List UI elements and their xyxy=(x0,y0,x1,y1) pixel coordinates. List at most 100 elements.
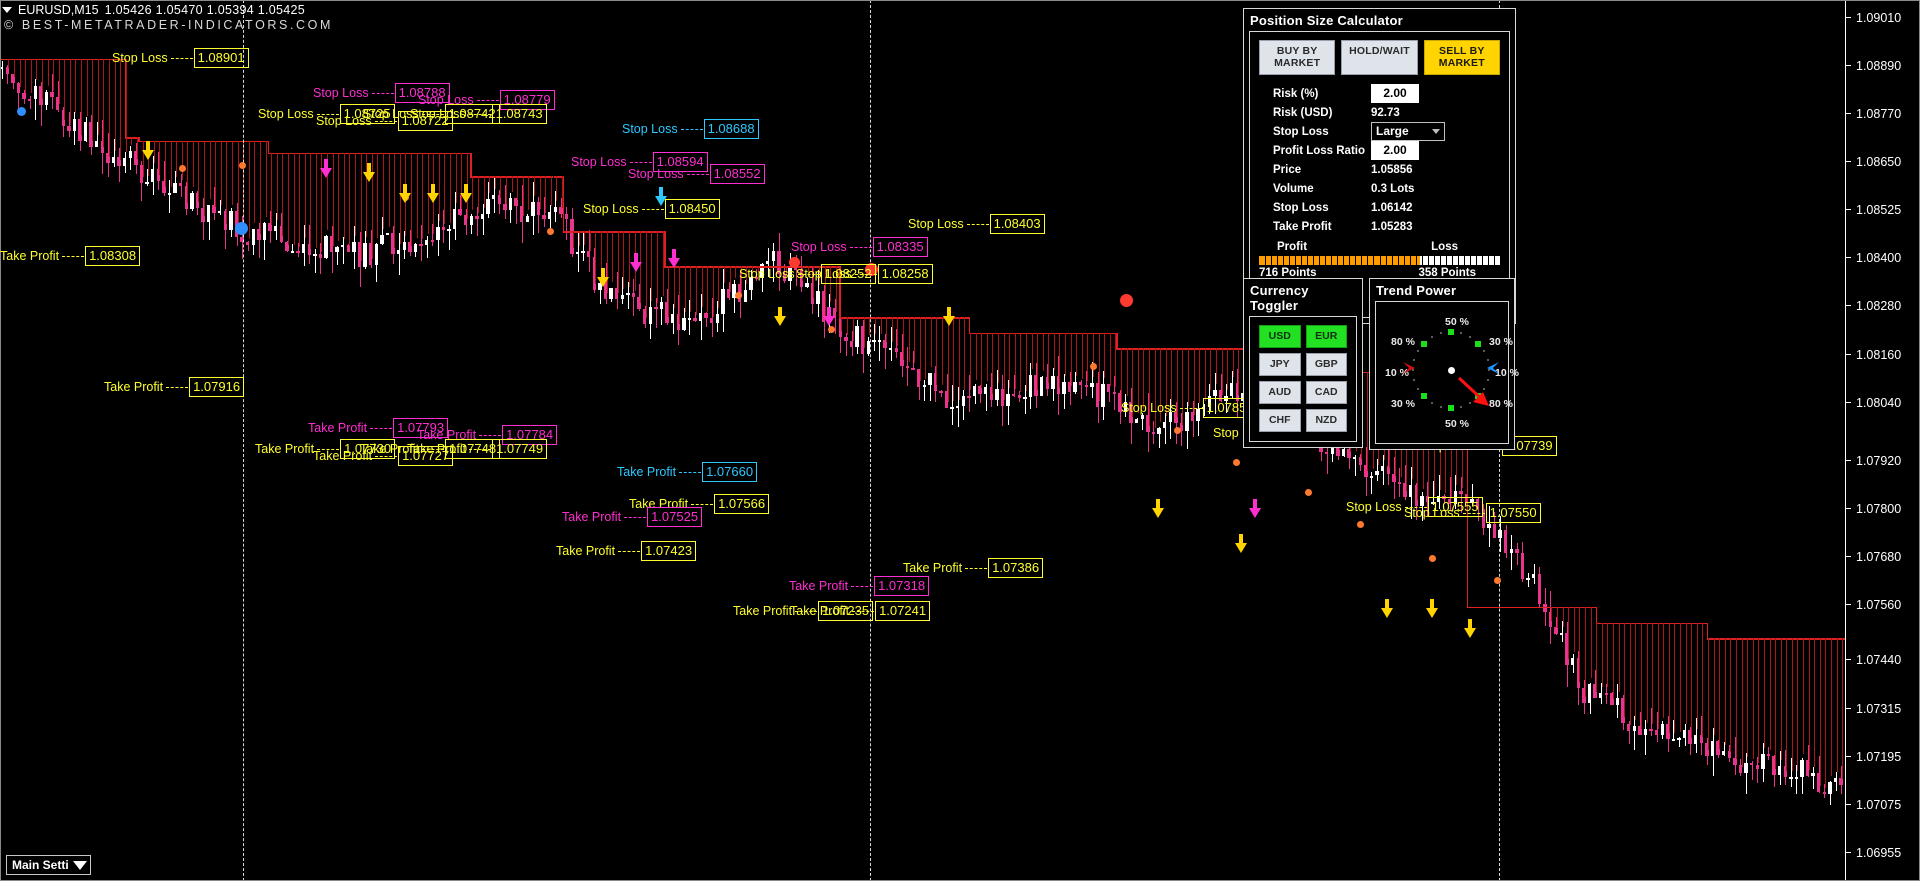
stop-loss-label: Stop Loss 1.08258 xyxy=(796,264,933,284)
currency-button-eur[interactable]: EUR xyxy=(1305,325,1347,348)
profit-loss-ratio-input[interactable]: 2.00 xyxy=(1371,141,1419,160)
currency-button-chf[interactable]: CHF xyxy=(1259,409,1301,432)
trend-hatch xyxy=(1629,622,1631,725)
trend-hatch xyxy=(1115,332,1117,387)
signal-dot xyxy=(1232,458,1240,466)
price-axis[interactable]: 1.09010 1.08890 1.08770 1.08650 1.08525 1.084… xyxy=(1845,0,1920,881)
trend-hatch xyxy=(1691,622,1693,738)
trend-hatch xyxy=(628,231,630,288)
trend-hatch xyxy=(1557,606,1559,629)
trend-hatch xyxy=(1042,332,1044,372)
trend-hatch xyxy=(718,266,720,308)
currency-grid: USD EUR JPY GBP AUD CAD CHF NZD xyxy=(1259,325,1347,432)
trend-hatch xyxy=(1126,348,1128,396)
trend-hatch xyxy=(192,140,194,188)
trend-hatch xyxy=(450,152,452,224)
trend-hatch xyxy=(97,58,99,136)
trend-hatch xyxy=(58,58,60,105)
stop-loss-label: Stop Loss 1.08450 xyxy=(583,199,720,219)
order-button-hold-wait[interactable]: HOLD/WAIT xyxy=(1341,40,1418,75)
currency-button-jpy[interactable]: JPY xyxy=(1259,353,1301,376)
price-value: 1.05856 xyxy=(1371,163,1413,176)
trend-hatch xyxy=(679,266,681,325)
price-axis-tick: 1.08400 xyxy=(1846,251,1920,265)
trend-hatch xyxy=(1093,332,1095,377)
currency-button-aud[interactable]: AUD xyxy=(1259,381,1301,404)
trend-hatch xyxy=(1657,622,1659,730)
currency-button-usd[interactable]: USD xyxy=(1259,325,1301,348)
trend-hatch xyxy=(1568,606,1570,660)
trend-hatch xyxy=(1014,332,1016,390)
trend-hatch xyxy=(170,140,172,187)
order-button-buy-by-market[interactable]: BUY BY MARKET xyxy=(1259,40,1336,75)
trend-hatch xyxy=(975,332,977,380)
stop-loss-label: Stop Loss 1.08688 xyxy=(622,119,759,139)
trend-hatch xyxy=(1009,332,1011,389)
price-axis-tick: 1.07075 xyxy=(1846,798,1920,812)
trend-hatch xyxy=(886,317,888,342)
signal-dot xyxy=(1428,554,1436,562)
trend-hatch xyxy=(410,152,412,246)
trend-hatch xyxy=(1775,638,1777,769)
trend-hatch xyxy=(1070,332,1072,386)
trend-hatch xyxy=(1668,622,1670,733)
trend-hatch xyxy=(1601,622,1603,687)
trend-hatch xyxy=(360,152,362,261)
trend-hatch xyxy=(204,140,206,216)
stop-loss-size-select[interactable]: Large xyxy=(1371,122,1445,141)
signal-dot xyxy=(178,164,186,172)
trend-hatch xyxy=(1227,348,1229,391)
sell-arrow-stem xyxy=(634,253,638,262)
price-label: Price xyxy=(1273,163,1302,176)
trend-hatch xyxy=(416,152,418,239)
price-axis-tick: 1.07920 xyxy=(1846,454,1920,468)
take-profit-label: Take Profit 1.08308 xyxy=(0,246,141,266)
chart-header: EURUSD,M15 1.05426 1.05470 1.05394 1.054… xyxy=(2,2,305,17)
trend-hatch xyxy=(1551,606,1553,622)
trend-hatch xyxy=(550,176,552,206)
trend-hatch xyxy=(852,317,854,342)
chevron-down-icon xyxy=(1432,128,1440,134)
sell-arrow-icon xyxy=(1426,608,1438,618)
trend-hatch xyxy=(103,58,105,148)
trend-hatch xyxy=(668,266,670,318)
trend-hatch xyxy=(1696,622,1698,730)
sell-arrow-stem xyxy=(146,141,150,150)
sell-arrow-icon xyxy=(363,172,375,182)
trend-hatch xyxy=(349,152,351,247)
profit-label: Profit xyxy=(1277,241,1308,253)
trend-hatch xyxy=(232,140,234,205)
trend-hatch xyxy=(1098,332,1100,402)
chevron-down-icon xyxy=(72,860,87,870)
main-settings-button[interactable]: Main Setti xyxy=(6,855,91,875)
trend-hatch xyxy=(1366,371,1368,471)
order-button-sell-by-market[interactable]: SELL BY MARKET xyxy=(1423,40,1500,75)
signal-dot xyxy=(546,227,554,235)
sell-arrow-stem xyxy=(403,184,407,193)
price-axis-tick: 1.08890 xyxy=(1846,59,1920,73)
trend-hatch xyxy=(1842,638,1844,780)
risk-pct-input[interactable]: 2.00 xyxy=(1371,84,1419,103)
trend-hatch xyxy=(30,58,32,93)
trend-hatch xyxy=(265,140,267,218)
trend-hatch xyxy=(271,152,273,225)
trend-envelope xyxy=(968,317,971,333)
price-chart[interactable]: Stop Loss 1.08901 Stop Loss 1.08788 Stop Los… xyxy=(0,0,1845,881)
trend-hatch xyxy=(47,58,49,87)
trend-hatch xyxy=(992,332,994,394)
sell-arrow-icon xyxy=(823,316,835,326)
trend-envelope xyxy=(562,176,565,231)
trend-hatch xyxy=(1109,332,1111,386)
trend-hatch xyxy=(1635,622,1637,720)
trend-hatch xyxy=(528,176,530,211)
currency-button-cad[interactable]: CAD xyxy=(1305,381,1347,404)
signal-dot xyxy=(1089,362,1097,370)
currency-button-gbp[interactable]: GBP xyxy=(1305,353,1347,376)
trend-hatch xyxy=(511,176,513,192)
trend-hatch xyxy=(1663,622,1665,719)
chart-menu-icon[interactable] xyxy=(2,6,12,13)
trend-hatch xyxy=(673,266,675,308)
currency-button-nzd[interactable]: NZD xyxy=(1305,409,1347,432)
sell-arrow-icon xyxy=(1152,508,1164,518)
trend-hatch xyxy=(489,176,491,193)
